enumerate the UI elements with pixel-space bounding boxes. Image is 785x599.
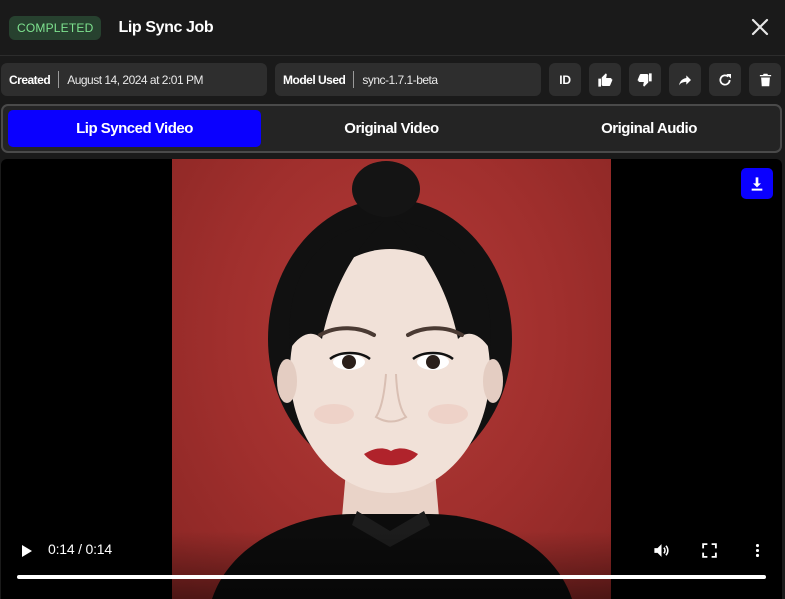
share-icon	[679, 74, 691, 85]
model-value: sync-1.7.1-beta	[362, 72, 438, 87]
thumbs-down-icon	[637, 72, 652, 87]
video-player[interactable]: 0:14 / 0:14	[1, 159, 782, 599]
close-icon[interactable]	[749, 16, 771, 38]
tab-original-audio[interactable]: Original Audio	[522, 110, 776, 147]
thumbs-up-button[interactable]	[589, 63, 621, 96]
time-display: 0:14 / 0:14	[48, 541, 112, 557]
job-title: Lip Sync Job	[118, 18, 214, 36]
created-value: August 14, 2024 at 2:01 PM	[67, 72, 203, 87]
meta-row: Created August 14, 2024 at 2:01 PM Model…	[0, 63, 785, 97]
status-badge: COMPLETED	[9, 15, 102, 40]
tab-lip-synced-video[interactable]: Lip Synced Video	[8, 110, 261, 147]
thumbs-up-icon	[598, 72, 613, 87]
player-controls: 0:14 / 0:14	[1, 531, 782, 599]
download-button[interactable]	[741, 168, 773, 199]
created-label: Created	[9, 72, 51, 87]
progress-bar[interactable]	[17, 575, 766, 579]
regenerate-button[interactable]	[709, 63, 741, 96]
volume-icon[interactable]	[652, 541, 671, 560]
model-info: Model Used sync-1.7.1-beta	[275, 63, 541, 96]
progress-fill	[17, 575, 766, 579]
play-icon[interactable]	[18, 543, 34, 559]
created-info: Created August 14, 2024 at 2:01 PM	[1, 63, 267, 96]
fullscreen-icon[interactable]	[701, 542, 718, 559]
modal-header: COMPLETED Lip Sync Job	[0, 0, 785, 56]
refresh-icon	[719, 73, 731, 86]
download-icon	[751, 176, 763, 191]
thumbs-down-button[interactable]	[629, 63, 661, 96]
more-vert-icon[interactable]	[749, 541, 766, 560]
id-button[interactable]: ID	[549, 63, 581, 96]
view-tabs: Lip Synced Video Original Video Original…	[1, 104, 782, 153]
trash-icon	[759, 73, 771, 86]
tab-original-video[interactable]: Original Video	[265, 110, 518, 147]
model-label: Model Used	[283, 72, 346, 87]
share-button[interactable]	[669, 63, 701, 96]
delete-button[interactable]	[749, 63, 781, 96]
